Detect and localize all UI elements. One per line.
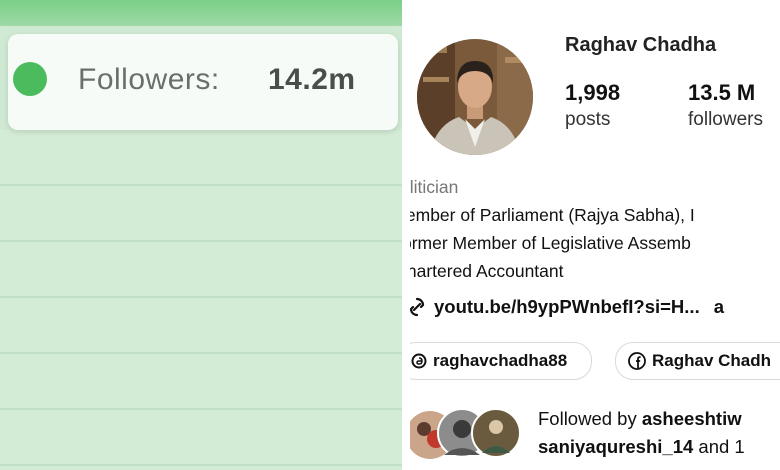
posts-count[interactable]: 1,998 xyxy=(565,80,620,106)
followers-count-profile[interactable]: 13.5 M xyxy=(688,80,755,106)
widget-list-background xyxy=(0,130,402,470)
profile-avatar[interactable] xyxy=(415,17,533,157)
threads-handle[interactable]: raghavchadha88 xyxy=(433,351,567,371)
status-dot-icon xyxy=(13,62,47,96)
bio-line-1: lember of Parliament (Rajya Sabha), I xyxy=(410,205,695,225)
posts-label[interactable]: posts xyxy=(565,109,610,131)
link-suffix-text[interactable]: a xyxy=(714,296,724,318)
followers-widget-panel: Followers: 14.2m xyxy=(0,0,402,470)
profile-category: olitician xyxy=(410,177,459,197)
bio-line-3: :hartered Accountant xyxy=(410,261,564,281)
facebook-name[interactable]: Raghav Chadh xyxy=(652,351,771,371)
facebook-chip[interactable]: Raghav Chadh xyxy=(615,342,780,380)
bio-line-2: ormer Member of Legislative Assemb xyxy=(410,233,691,253)
followers-label-profile[interactable]: followers xyxy=(688,109,763,131)
followed-by-avatars[interactable] xyxy=(410,405,526,463)
followed-by-line-2: saniyaqureshi_14 and 1 xyxy=(538,436,745,458)
panel-divider xyxy=(402,0,410,470)
followed-by-line-1: Followed by asheeshtiw xyxy=(538,408,742,430)
threads-chip[interactable]: raghavchadha88 xyxy=(410,342,592,380)
facebook-icon xyxy=(628,352,646,370)
profile-link[interactable]: youtu.be/h9ypPWnbefI?si=H... a xyxy=(410,296,724,318)
followed-by-user-2[interactable]: saniyaqureshi_14 xyxy=(538,436,693,457)
threads-icon xyxy=(411,353,427,369)
profile-panel: Raghav Chadha 1,998 posts 13.5 M followe… xyxy=(410,0,780,470)
followed-by-user-1[interactable]: asheeshtiw xyxy=(642,408,742,429)
followed-by-suffix: and 1 xyxy=(693,436,745,457)
widget-top-bar xyxy=(0,0,402,26)
followers-count: 14.2m xyxy=(268,63,356,96)
profile-username: Raghav Chadha xyxy=(565,34,717,56)
link-text[interactable]: youtu.be/h9ypPWnbefI?si=H... xyxy=(434,296,700,318)
followers-label: Followers: xyxy=(78,63,220,96)
followed-by-prefix: Followed by xyxy=(538,408,642,429)
link-icon xyxy=(410,297,425,317)
